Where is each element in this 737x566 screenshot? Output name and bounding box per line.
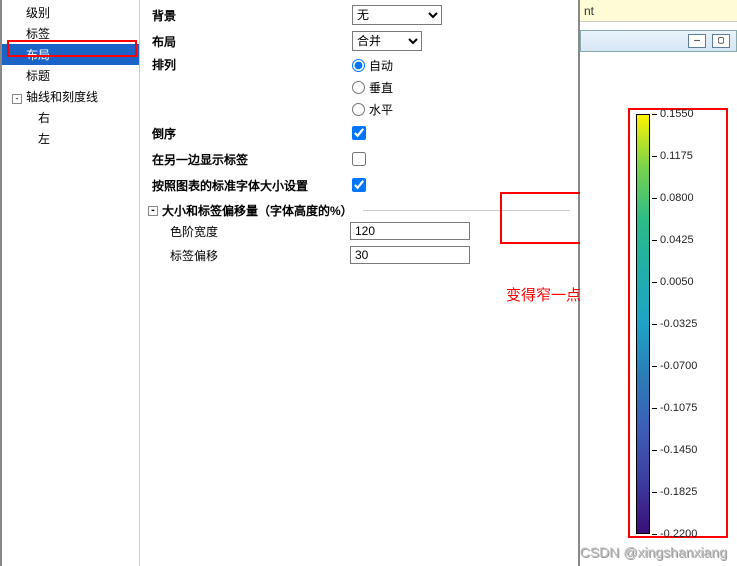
input-scale-width[interactable] bbox=[350, 222, 470, 240]
tree-item-title[interactable]: 标题 bbox=[2, 65, 139, 86]
colorbar-label: 0.1550 bbox=[660, 108, 694, 120]
select-background[interactable]: 无 bbox=[352, 5, 442, 25]
window-controls: — ▢ bbox=[580, 30, 737, 52]
check-reverse[interactable] bbox=[352, 126, 366, 140]
maximize-button[interactable]: ▢ bbox=[712, 34, 730, 48]
colorbar-label: -0.1075 bbox=[660, 402, 697, 414]
tree-item-level[interactable]: 级别 bbox=[2, 2, 139, 23]
colorbar-label: -0.1450 bbox=[660, 444, 697, 456]
radio-auto[interactable]: 自动 bbox=[352, 56, 570, 74]
label-background: 背景 bbox=[148, 7, 348, 24]
radio-horizontal[interactable]: 水平 bbox=[352, 100, 570, 118]
label-label-offset: 标签偏移 bbox=[170, 247, 350, 264]
colorbar-tick bbox=[652, 492, 657, 493]
colorbar-tick bbox=[652, 240, 657, 241]
colorbar-highlight: 0.1550 0.1175 0.0800 0.0425 0.0050 -0.0325 -0.… bbox=[628, 108, 728, 538]
sub-header-size: - 大小和标签偏移量（字体高度的%） bbox=[148, 202, 570, 219]
colorbar-label: -0.0700 bbox=[660, 360, 697, 372]
label-follow-std: 按照图表的标准字体大小设置 bbox=[148, 177, 348, 194]
label-layout: 布局 bbox=[148, 33, 348, 50]
colorbar-label: -0.1825 bbox=[660, 486, 697, 498]
colorbar-tick bbox=[652, 450, 657, 451]
nav-tree: 级别 标签 布局 标题 -轴线和刻度线 右 左 bbox=[2, 0, 140, 566]
colorbar-label: -0.2200 bbox=[660, 528, 697, 540]
colorbar-tick bbox=[652, 282, 657, 283]
label-arrange: 排列 bbox=[148, 56, 348, 73]
input-label-offset[interactable] bbox=[350, 246, 470, 264]
label-show-other: 在另一边显示标签 bbox=[148, 151, 348, 168]
colorbar-label: 0.0425 bbox=[660, 234, 694, 246]
info-bar: nt bbox=[580, 0, 737, 22]
colorbar-tick bbox=[652, 408, 657, 409]
form-panel: 背景 无 布局 合并 排列 自动 垂直 水平 倒序 在另一边显示标签 按照图表的… bbox=[140, 0, 578, 566]
radio-vertical[interactable]: 垂直 bbox=[352, 78, 570, 96]
tree-item-labels[interactable]: 标签 bbox=[2, 23, 139, 44]
annotation-text: 变得窄一点 bbox=[506, 284, 581, 305]
label-scale-width: 色阶宽度 bbox=[170, 223, 350, 240]
tree-item-left[interactable]: 左 bbox=[2, 128, 139, 149]
check-follow-std[interactable] bbox=[352, 178, 366, 192]
colorbar-tick bbox=[652, 534, 657, 535]
tree-item-axes[interactable]: -轴线和刻度线 bbox=[2, 86, 139, 107]
label-reverse: 倒序 bbox=[148, 125, 348, 142]
colorbar-tick bbox=[652, 324, 657, 325]
tree-item-right[interactable]: 右 bbox=[2, 107, 139, 128]
select-layout[interactable]: 合并 bbox=[352, 31, 422, 51]
tree-item-layout[interactable]: 布局 bbox=[2, 44, 139, 65]
check-show-other[interactable] bbox=[352, 152, 366, 166]
minimize-button[interactable]: — bbox=[688, 34, 706, 48]
colorbar-label: 0.0050 bbox=[660, 276, 694, 288]
collapse-icon[interactable]: - bbox=[148, 206, 158, 216]
colorbar-label: 0.1175 bbox=[660, 150, 693, 162]
colorbar-tick bbox=[652, 156, 657, 157]
collapse-icon[interactable]: - bbox=[12, 94, 22, 104]
colorbar-tick bbox=[652, 198, 657, 199]
colorbar-label: -0.0325 bbox=[660, 318, 697, 330]
colorbar-label: 0.0800 bbox=[660, 192, 694, 204]
colorbar-tick bbox=[652, 114, 657, 115]
colorbar-tick bbox=[652, 366, 657, 367]
colorbar bbox=[636, 114, 650, 534]
